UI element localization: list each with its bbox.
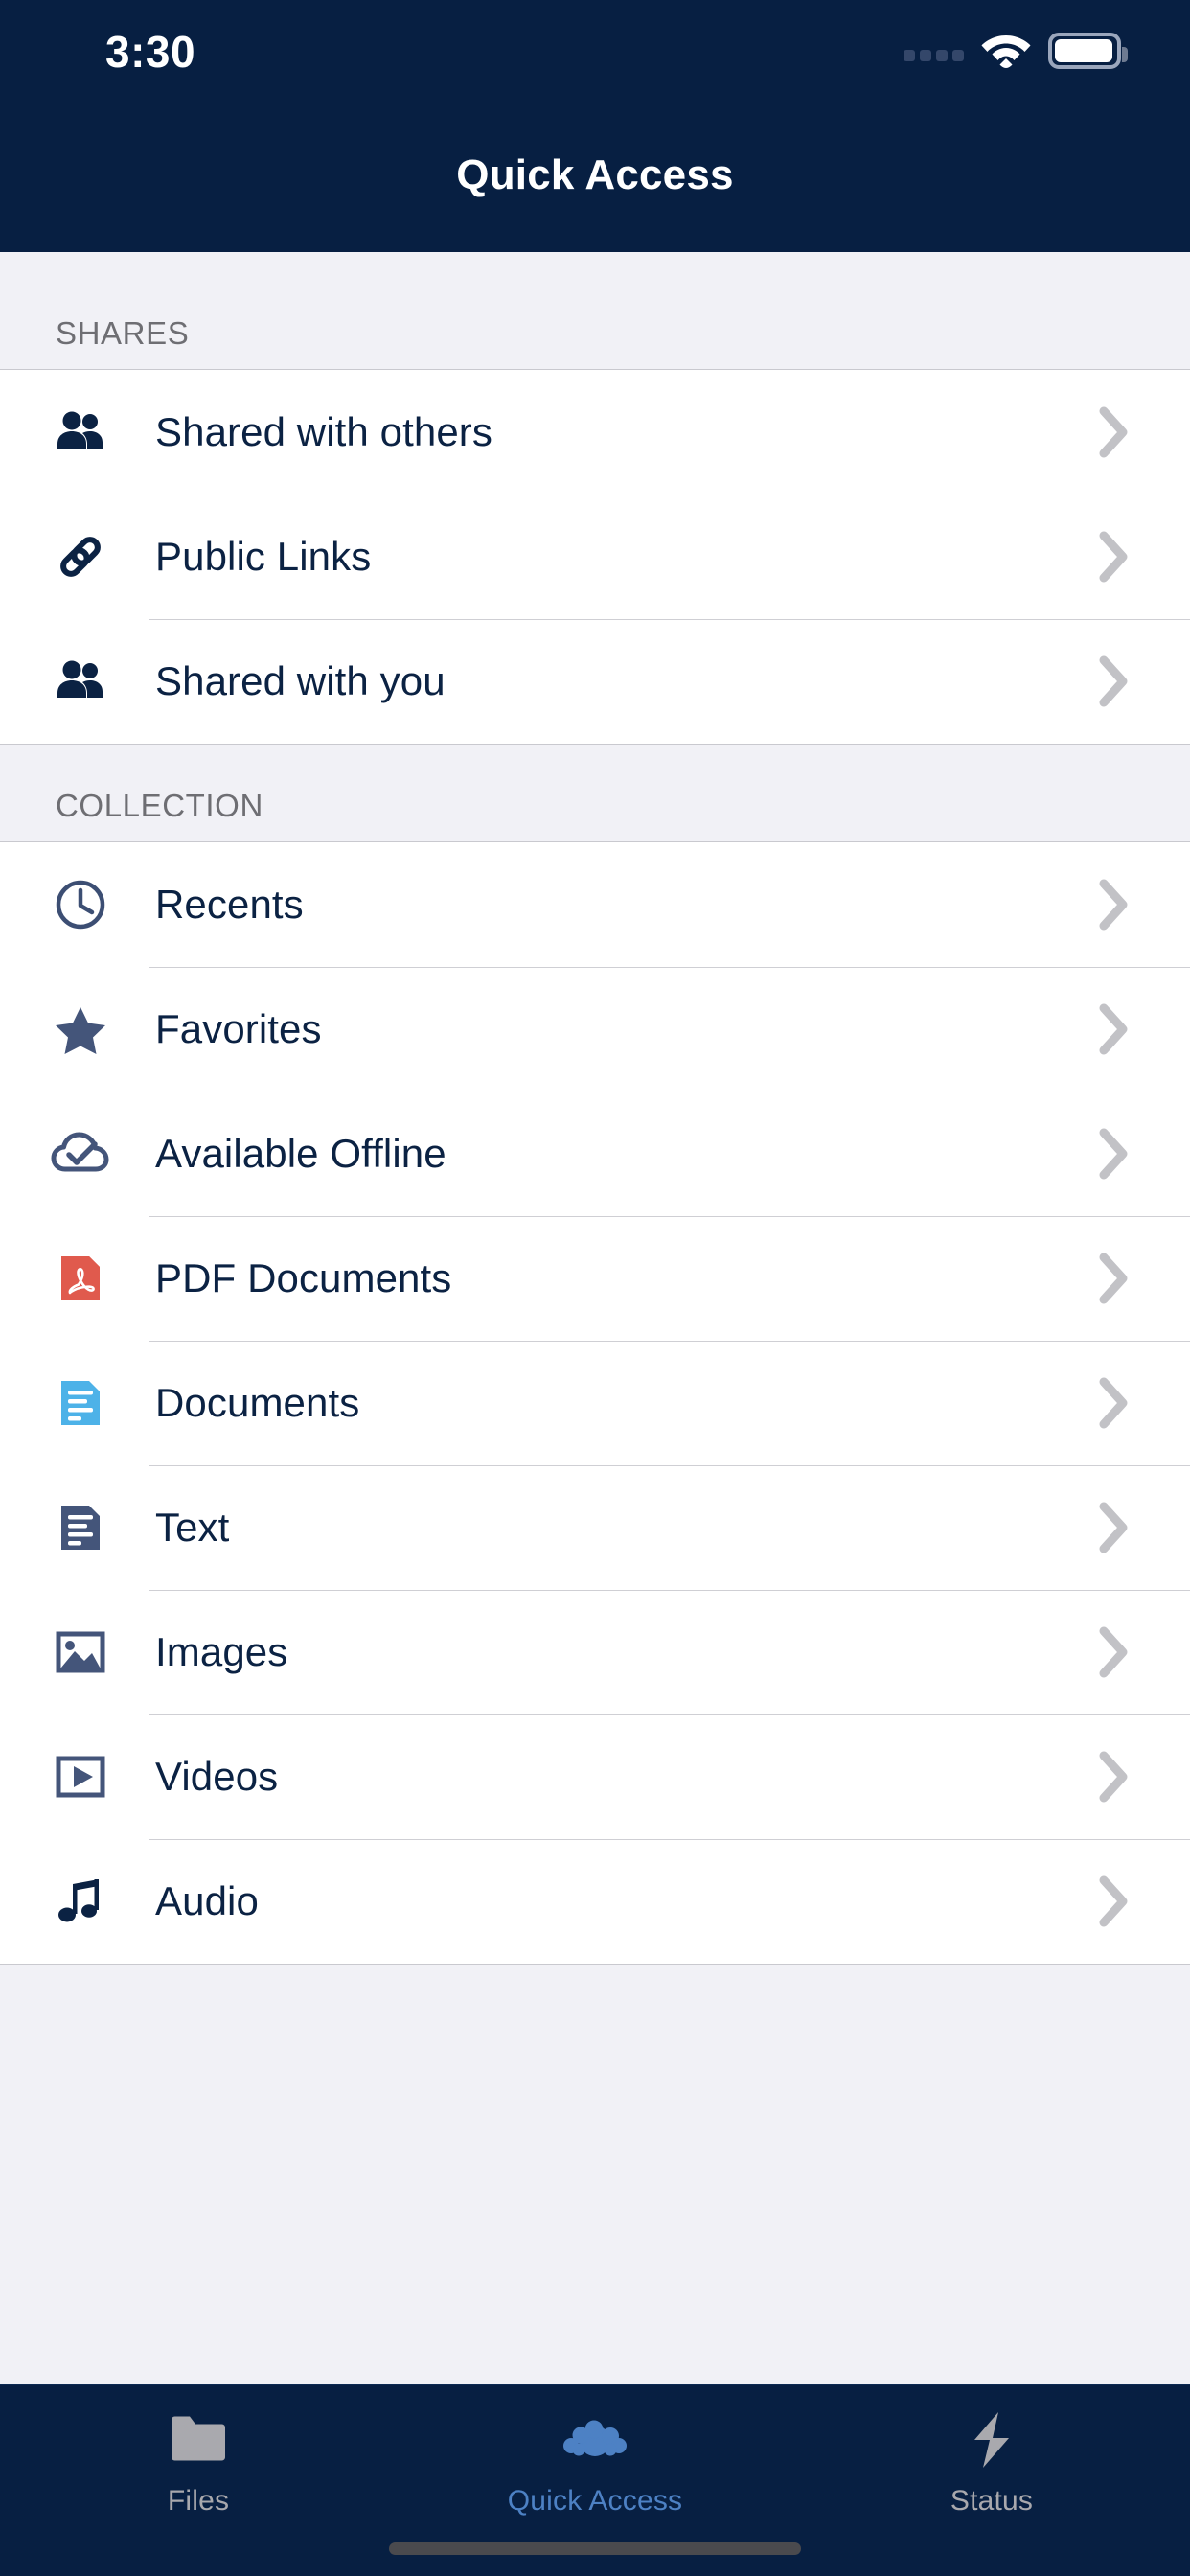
tab-label: Files [167,2485,230,2517]
tab-quick-access[interactable]: Quick Access [397,2410,793,2518]
clock-icon [50,874,119,935]
cloud-check-icon [50,1123,119,1184]
list-item-label: Audio [155,1878,259,1923]
list-item-images[interactable]: Images [0,1590,1190,1714]
chevron-right-icon [1098,1003,1131,1055]
status-bar: 3:30 [0,0,1190,96]
list-item-label: PDF Documents [155,1255,452,1300]
list-item-shared-with-others[interactable]: Shared with others [0,370,1190,494]
signal-dots-icon [904,40,964,61]
top-bar: 3:30 Quick Access [0,0,1190,252]
list-item-favorites[interactable]: Favorites [0,967,1190,1092]
people-icon [50,651,119,712]
status-indicators [904,29,1128,73]
nextcloud-logo-icon [553,2410,637,2470]
list-item-label: Videos [155,1754,279,1799]
chevron-right-icon [1098,879,1131,931]
section-header-shares: SHARES [0,252,1190,370]
audio-icon [50,1871,119,1932]
chevron-right-icon [1098,1253,1131,1304]
list-item-label: Favorites [155,1006,322,1051]
tab-status[interactable]: Status [793,2410,1190,2518]
lightning-bolt-icon [966,2410,1018,2470]
list-item-label: Shared with others [155,409,492,454]
document-file-icon [50,1372,119,1434]
tab-label: Quick Access [507,2485,683,2517]
list-item-documents[interactable]: Documents [0,1341,1190,1465]
list-item-recents[interactable]: Recents [0,842,1190,967]
list-item-label: Shared with you [155,658,446,703]
home-indicator-area [0,2520,1190,2576]
app-screen: 3:30 Quick Access SHARES Shared with oth… [0,0,1190,2576]
video-icon [50,1746,119,1807]
wifi-icon [981,30,1031,73]
main-content[interactable]: SHARES Shared with others Public Links S… [0,252,1190,2384]
list-item-label: Available Offline [155,1131,446,1176]
list-item-available-offline[interactable]: Available Offline [0,1092,1190,1216]
image-icon [50,1622,119,1683]
list-item-pdf-documents[interactable]: PDF Documents [0,1216,1190,1341]
list-item-label: Documents [155,1380,360,1425]
list-item-public-links[interactable]: Public Links [0,494,1190,619]
list-item-audio[interactable]: Audio [0,1839,1190,1964]
list-item-shared-with-you[interactable]: Shared with you [0,619,1190,744]
page-title: Quick Access [456,151,734,198]
chevron-right-icon [1098,1626,1131,1678]
chevron-right-icon [1098,1128,1131,1180]
link-icon [50,526,119,587]
home-indicator[interactable] [389,2542,801,2555]
status-time: 3:30 [105,27,196,77]
section-header-collection: COLLECTION [0,745,1190,842]
list-item-text[interactable]: Text [0,1465,1190,1590]
chevron-right-icon [1098,656,1131,707]
text-file-icon [50,1497,119,1558]
chevron-right-icon [1098,1377,1131,1429]
chevron-right-icon [1098,1875,1131,1927]
list-item-label: Recents [155,882,304,927]
tab-label: Status [950,2485,1034,2517]
chevron-right-icon [1098,531,1131,583]
star-icon [50,999,119,1060]
people-icon [50,402,119,463]
battery-full-icon [1048,33,1128,69]
chevron-right-icon [1098,1751,1131,1803]
list-item-label: Text [155,1505,230,1550]
folder-icon [169,2410,228,2470]
list-item-videos[interactable]: Videos [0,1714,1190,1839]
pdf-file-icon [50,1248,119,1309]
collection-list: Recents Favorites Available Offline PDF … [0,842,1190,1965]
list-item-label: Public Links [155,534,372,579]
shares-list: Shared with others Public Links Shared w… [0,370,1190,745]
list-item-label: Images [155,1629,288,1674]
empty-space [0,1965,1190,2384]
chevron-right-icon [1098,1502,1131,1553]
tab-files[interactable]: Files [0,2410,397,2518]
chevron-right-icon [1098,406,1131,458]
